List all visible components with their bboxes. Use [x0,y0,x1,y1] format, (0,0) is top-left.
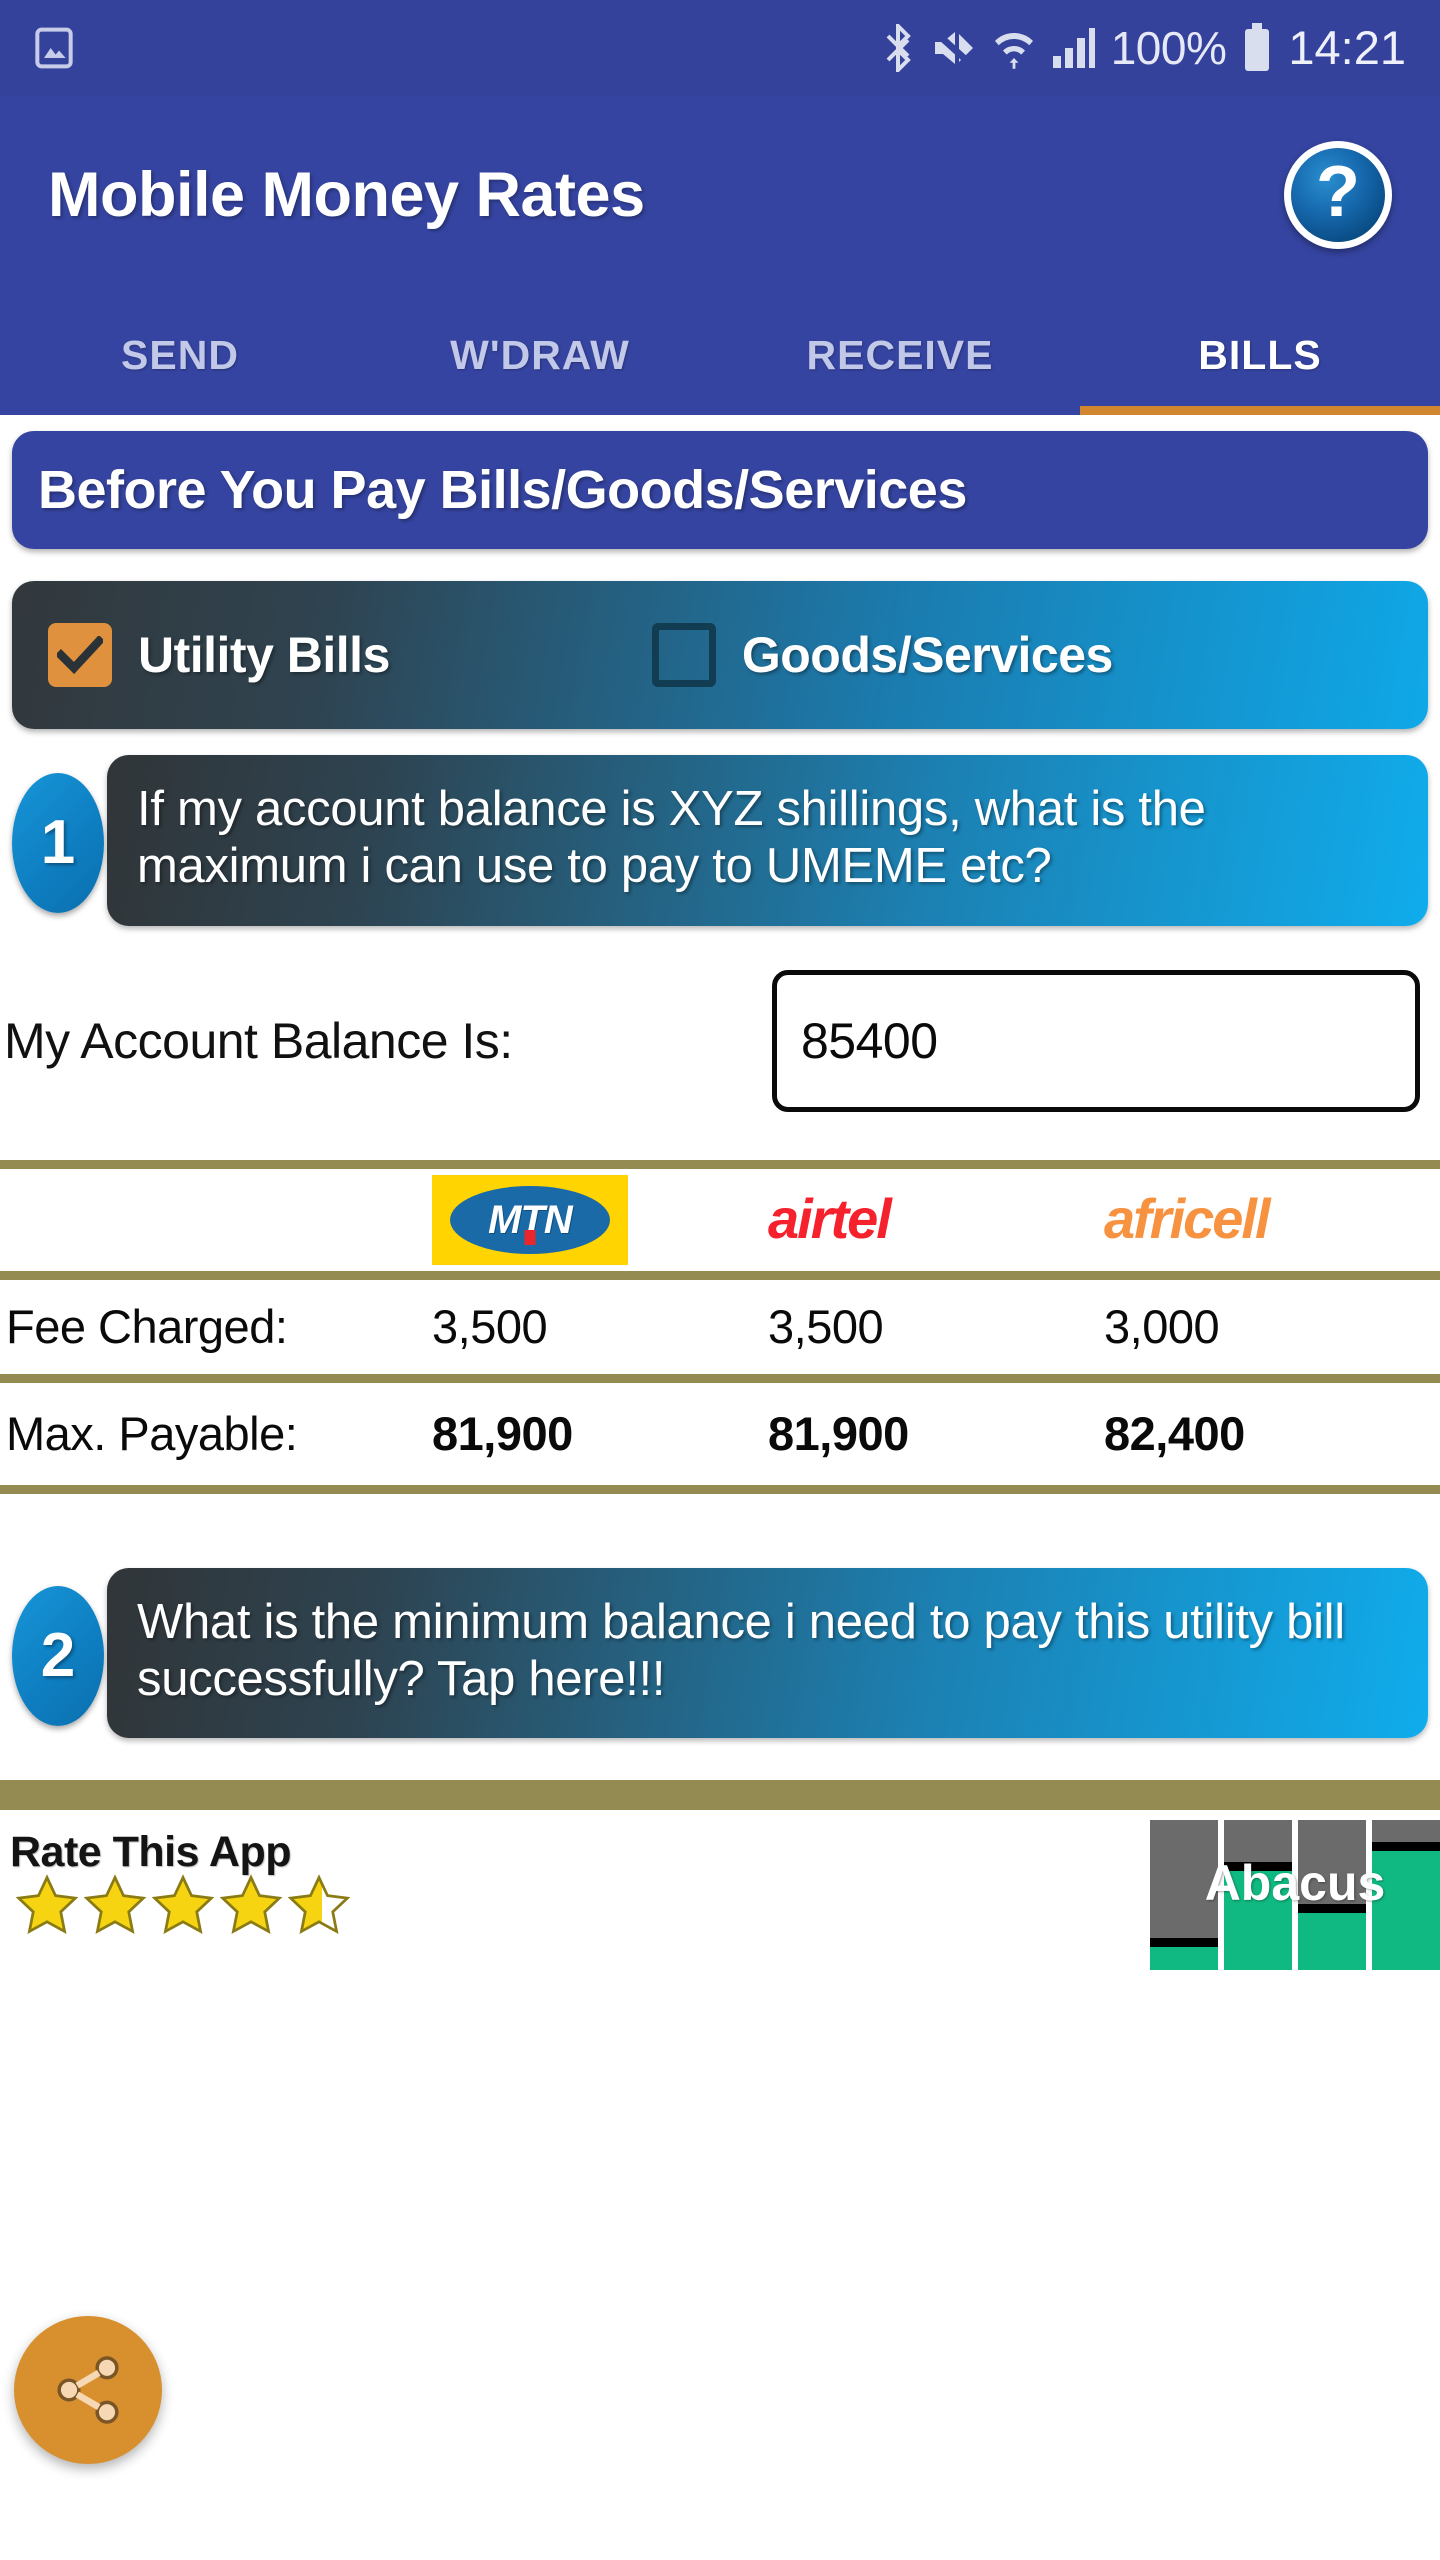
balance-input-value: 85400 [801,1012,938,1069]
mute-icon [930,26,977,70]
tab-bills-label: BILLS [1198,331,1322,378]
star-filled-icon[interactable] [150,1873,216,1937]
max-payable-airtel: 81,900 [768,1407,909,1461]
tab-send-label: SEND [121,331,239,378]
table-row: Max. Payable: 81,900 81,900 82,400 [0,1383,1440,1485]
question-2-body: What is the minimum balance i need to pa… [107,1567,1428,1739]
tab-withdraw[interactable]: W'DRAW [360,295,720,415]
tab-withdraw-label: W'DRAW [450,331,630,378]
option-utility-bills-label: Utility Bills [138,627,390,683]
battery-icon [1245,22,1270,71]
max-payable-africell: 82,400 [1104,1407,1245,1461]
table-divider-1 [0,1270,1440,1280]
share-icon [57,2356,119,2424]
fee-charged-label: Fee Charged: [6,1300,288,1354]
airtel-logo-label: airtel [768,1186,892,1250]
status-bar-right: 100% 14:21 [881,21,1406,74]
mtn-logo-icon: MTN [432,1174,628,1265]
star-filled-icon[interactable] [82,1873,148,1937]
option-utility-bills[interactable]: Utility Bills [48,623,390,687]
battery-percent-label: 100% [1110,21,1227,74]
app-bar: Mobile Money Rates ? [0,95,1440,295]
status-bar-left [34,26,74,70]
max-payable-label: Max. Payable: [6,1407,298,1461]
tab-receive-label: RECEIVE [806,331,994,378]
fee-charged-airtel: 3,500 [768,1300,884,1354]
question-1-card[interactable]: 1 If my account balance is XYZ shillings… [12,755,1428,926]
table-header-row: MTN airtel africell [0,1169,1440,1271]
question-2-card[interactable]: 2 What is the minimum balance i need to … [12,1567,1428,1739]
tab-bills[interactable]: BILLS [1080,295,1440,415]
africell-logo-label: africell [1104,1186,1271,1250]
question-1-number: 1 [40,808,76,877]
footer-divider [0,1780,1440,1811]
star-filled-icon[interactable] [14,1873,80,1937]
status-bar: 100% 14:21 [0,0,1440,95]
table-divider-2 [0,1373,1440,1383]
rates-table: MTN airtel africell Fee Charged: 3,500 3… [0,1159,1440,1494]
mtn-logo-dot [524,1229,536,1245]
tab-bar: SEND W'DRAW RECEIVE BILLS [0,295,1440,415]
wifi-icon [994,32,1033,69]
fee-charged-mtn: 3,500 [432,1300,548,1354]
abacus-brand-label: Abacus [1204,1855,1386,1912]
rate-app-label: Rate This App [10,1828,291,1877]
category-selector: Utility Bills Goods/Services [12,581,1428,729]
clock-label: 14:21 [1288,21,1406,74]
signal-icon [1052,27,1095,68]
provider-airtel: airtel [768,1190,1104,1249]
footer: Rate This App Abacus [0,1810,1440,2040]
star-rating[interactable] [14,1873,354,1937]
mtn-logo-ellipse: MTN [450,1185,610,1254]
star-filled-icon[interactable] [218,1873,284,1937]
option-goods-services-label: Goods/Services [741,627,1113,683]
help-icon: ? [1316,152,1360,232]
table-row: Fee Charged: 3,500 3,500 3,000 [0,1280,1440,1374]
balance-input[interactable]: 85400 [772,969,1420,1112]
tab-receive[interactable]: RECEIVE [720,295,1080,415]
question-2-badge: 2 [12,1585,104,1726]
provider-mtn: MTN [432,1174,768,1265]
question-1-body: If my account balance is XYZ shillings, … [107,755,1428,926]
help-button[interactable]: ? [1284,141,1392,249]
page-title: Mobile Money Rates [48,160,645,230]
question-2-text: What is the minimum balance i need to pa… [137,1594,1345,1706]
checkbox-utility-bills[interactable] [48,623,112,687]
max-payable-mtn: 81,900 [432,1407,573,1461]
option-goods-services[interactable]: Goods/Services [651,623,1113,687]
abacus-brand-logo: Abacus [1150,1820,1440,1971]
checkbox-goods-services[interactable] [651,623,716,687]
share-button[interactable] [14,2316,162,2464]
bluetooth-icon [886,23,911,72]
tab-send[interactable]: SEND [0,295,360,415]
app-root: 100% 14:21 Mobile Money Rates ? SEND W'D… [0,0,1440,2560]
main-content: Before You Pay Bills/Goods/Services Util… [0,431,1440,2041]
balance-label: My Account Balance Is: [4,1012,513,1069]
star-half-icon[interactable] [286,1873,352,1937]
table-divider-bottom [0,1484,1440,1494]
section-banner-label: Before You Pay Bills/Goods/Services [38,460,967,520]
question-1-badge: 1 [12,773,104,913]
check-icon [57,636,103,674]
rate-app-widget[interactable]: Rate This App [10,1828,354,1937]
fee-charged-africell: 3,000 [1104,1300,1220,1354]
balance-row: My Account Balance Is: 85400 [0,969,1440,1112]
provider-africell: africell [1104,1190,1440,1249]
table-divider-top [0,1159,1440,1169]
question-2-number: 2 [40,1620,76,1690]
image-icon [35,27,73,68]
question-1-text: If my account balance is XYZ shillings, … [137,782,1206,894]
section-banner: Before You Pay Bills/Goods/Services [12,431,1428,549]
